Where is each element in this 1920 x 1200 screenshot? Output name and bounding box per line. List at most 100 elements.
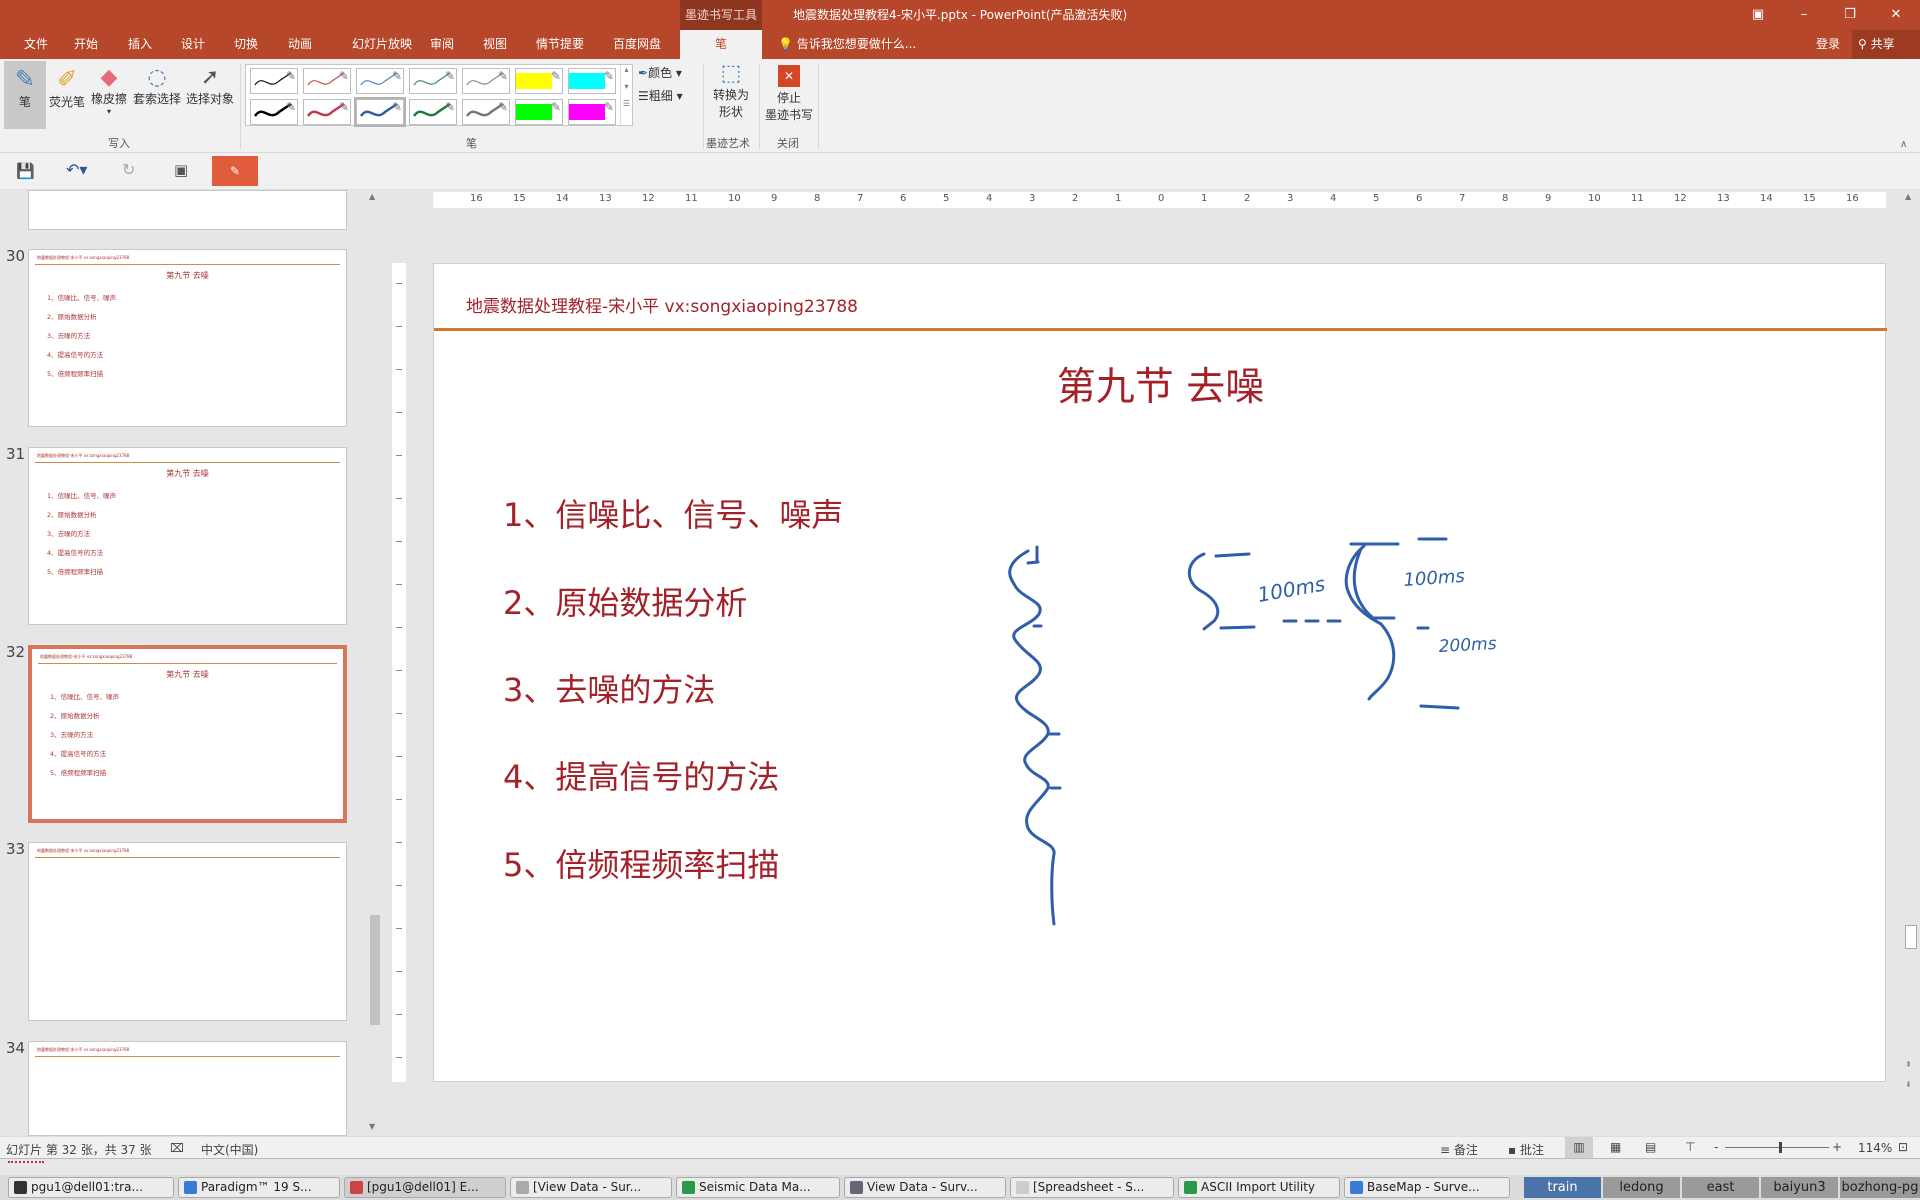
zoom-slider-thumb[interactable] — [1779, 1142, 1783, 1153]
ink-annotations[interactable]: 100ms 100ms 200ms — [434, 264, 1887, 1083]
tab-home[interactable]: 开始 — [74, 30, 98, 59]
tell-me-search[interactable]: 💡 告诉我您想要做什么... — [778, 30, 916, 59]
tab-file[interactable]: 文件 — [16, 30, 56, 59]
scroll-down-icon[interactable]: ▼ — [369, 1122, 375, 1131]
lasso-select-button[interactable]: ◌ 套索选择 — [131, 61, 183, 107]
slide-thumbnail[interactable]: 地震数据处理教程-宋小平 vx:songxiaoping23788 第九节 去噪 1… — [28, 645, 347, 823]
app-icon — [1016, 1181, 1029, 1194]
slide-thumbnail-29[interactable] — [28, 190, 347, 230]
pen-swatch[interactable]: ✎ — [568, 68, 616, 94]
taskbar-window-button[interactable]: Paradigm™ 19 S... — [178, 1177, 340, 1198]
zoom-level[interactable]: 114% — [1858, 1141, 1892, 1155]
spellcheck-icon[interactable]: ⌧ — [170, 1141, 184, 1155]
slideshow-from-start-icon[interactable]: ▣ — [174, 161, 188, 179]
reading-view-icon[interactable]: ▤ — [1645, 1140, 1656, 1154]
slide-thumbnail[interactable]: 地震数据处理教程-宋小平 vx:songxiaoping23788 — [28, 842, 347, 1021]
workspace-switcher-item[interactable]: east — [1682, 1177, 1759, 1198]
tab-slideshow[interactable]: 幻灯片放映 — [352, 30, 412, 59]
tab-review[interactable]: 审阅 — [430, 30, 454, 59]
horizontal-ruler[interactable]: 16 15 14 13 12 11 10 9 8 7 6 5 4 3 2 1 0 1 2 3 4 5 6 7 8 9 10 11 12 1… — [433, 192, 1886, 208]
draw-pen-icon[interactable]: ✎ — [212, 156, 258, 186]
pen-swatch[interactable]: ✎ — [250, 68, 298, 94]
tab-baidu-netdisk[interactable]: 百度网盘 — [613, 30, 661, 59]
pen-swatch[interactable]: ✎ — [303, 99, 351, 125]
taskbar-window-button[interactable]: [pgu1@dell01] E... — [344, 1177, 506, 1198]
tab-storyboard[interactable]: 情节提要 — [536, 30, 584, 59]
pen-swatch[interactable]: ✎ — [356, 68, 404, 94]
next-slide-icon[interactable]: ⇟ — [1905, 1080, 1912, 1089]
tab-pens[interactable]: 笔 — [680, 30, 762, 59]
pen-swatch[interactable]: ✎ — [409, 99, 457, 125]
notes-button[interactable]: ≡ 备注 — [1440, 1141, 1478, 1158]
taskbar-window-button[interactable]: Seismic Data Ma... — [676, 1177, 840, 1198]
undo-icon[interactable]: ↶▾ — [66, 160, 87, 179]
slide-canvas[interactable]: 地震数据处理教程-宋小平 vx:songxiaoping23788 第九节 去噪… — [433, 263, 1887, 1083]
ruler-label: 9 — [771, 193, 778, 204]
pen-swatch[interactable]: ✎ — [250, 99, 298, 125]
scrollbar-thumb[interactable] — [1905, 925, 1917, 949]
scroll-up-icon[interactable]: ▲ — [369, 192, 375, 201]
eraser-button[interactable]: ◆ 橡皮擦 ▾ — [89, 61, 129, 116]
thumbnail-scrollbar[interactable]: ▲ ▼ — [367, 190, 383, 1136]
slide-sorter-icon[interactable]: ▦ — [1610, 1140, 1621, 1154]
slide-thumbnail[interactable]: 地震数据处理教程-宋小平 vx:songxiaoping23788 — [28, 1041, 347, 1136]
vertical-ruler[interactable] — [392, 263, 406, 1082]
scrollbar-thumb[interactable] — [370, 915, 380, 1025]
convert-to-shapes-button[interactable]: ⬚ 转换为 形状 — [706, 61, 756, 120]
taskbar-window-button[interactable]: ASCII Import Utility — [1178, 1177, 1340, 1198]
comments-button[interactable]: ▪ 批注 — [1508, 1141, 1544, 1158]
pen-thickness-button[interactable]: ☰粗细 ▾ — [638, 87, 683, 104]
taskbar-window-button[interactable]: [View Data - Sur... — [510, 1177, 672, 1198]
pen-swatch[interactable]: ✎ — [515, 99, 563, 125]
share-button[interactable]: ⚲ 共享 — [1852, 30, 1920, 59]
workspace-switcher-item[interactable]: baiyun3 — [1761, 1177, 1838, 1198]
taskbar-window-button[interactable]: BaseMap - Surve... — [1344, 1177, 1510, 1198]
collapse-ribbon-icon[interactable]: ∧ — [1900, 139, 1907, 150]
tab-view[interactable]: 视图 — [483, 30, 507, 59]
restore-icon[interactable]: ❐ — [1832, 0, 1868, 30]
select-objects-button[interactable]: ➚ 选择对象 — [184, 61, 236, 107]
pen-swatch[interactable]: ✎ — [303, 68, 351, 94]
taskbar-window-button[interactable]: View Data - Surv... — [844, 1177, 1006, 1198]
fit-to-window-icon[interactable]: ⊡ — [1898, 1140, 1908, 1154]
pen-color-button[interactable]: ✒颜色 ▾ — [638, 64, 682, 81]
zoom-in-icon[interactable]: + — [1832, 1140, 1842, 1154]
workspace-switcher-item[interactable]: bozhong-pg — [1840, 1177, 1920, 1198]
previous-slide-icon[interactable]: ⇞ — [1905, 1060, 1912, 1069]
pen-swatch[interactable]: ✎ — [462, 99, 510, 125]
zoom-slider[interactable] — [1725, 1147, 1829, 1148]
scroll-up-icon[interactable]: ▲ — [1905, 192, 1911, 201]
gallery-scroll[interactable]: ▴ ▾ ☰ — [620, 65, 632, 125]
stop-inking-button[interactable]: ✕ 停止 墨迹书写 — [762, 61, 816, 123]
workspace-switcher-item[interactable]: train — [1524, 1177, 1601, 1198]
save-icon[interactable]: 💾 — [16, 162, 35, 180]
pen-swatch[interactable]: ✎ — [568, 99, 616, 125]
strip-handle[interactable] — [8, 1161, 44, 1163]
pen-swatch[interactable]: ✎ — [515, 68, 563, 94]
tab-design[interactable]: 设计 — [181, 30, 205, 59]
redo-icon[interactable]: ↻ — [122, 160, 135, 179]
close-icon[interactable]: ✕ — [1878, 0, 1914, 30]
highlighter-button[interactable]: ✐ 荧光笔 — [48, 61, 86, 110]
pen-tool-button[interactable]: ✎ 笔 — [4, 61, 46, 129]
language[interactable]: 中文(中国) — [201, 1141, 258, 1158]
minimize-icon[interactable]: – — [1786, 0, 1822, 30]
sign-in-link[interactable]: 登录 — [1816, 30, 1840, 59]
slide-thumbnail[interactable]: 地震数据处理教程-宋小平 vx:songxiaoping23788 第九节 去噪 1… — [28, 249, 347, 427]
tab-insert[interactable]: 插入 — [128, 30, 152, 59]
workspace-switcher-item[interactable]: ledong — [1603, 1177, 1680, 1198]
zoom-out-icon[interactable]: - — [1714, 1140, 1718, 1154]
notes-label: 备注 — [1453, 1143, 1478, 1157]
tab-transitions[interactable]: 切换 — [234, 30, 258, 59]
normal-view-icon[interactable]: ▥ — [1565, 1137, 1593, 1158]
slide-scrollbar[interactable]: ▲ ⇞ ⇟ — [1902, 190, 1920, 1136]
slideshow-icon[interactable]: ⊤ — [1685, 1140, 1695, 1154]
tab-animations[interactable]: 动画 — [288, 30, 312, 59]
ribbon-display-icon[interactable]: ▣ — [1740, 0, 1776, 30]
taskbar-window-button[interactable]: pgu1@dell01:tra... — [8, 1177, 174, 1198]
pen-swatch[interactable]: ✎ — [354, 97, 406, 127]
taskbar-window-button[interactable]: [Spreadsheet - S... — [1010, 1177, 1174, 1198]
pen-swatch[interactable]: ✎ — [409, 68, 457, 94]
pen-swatch[interactable]: ✎ — [462, 68, 510, 94]
slide-thumbnail[interactable]: 地震数据处理教程-宋小平 vx:songxiaoping23788 第九节 去噪 1… — [28, 447, 347, 625]
